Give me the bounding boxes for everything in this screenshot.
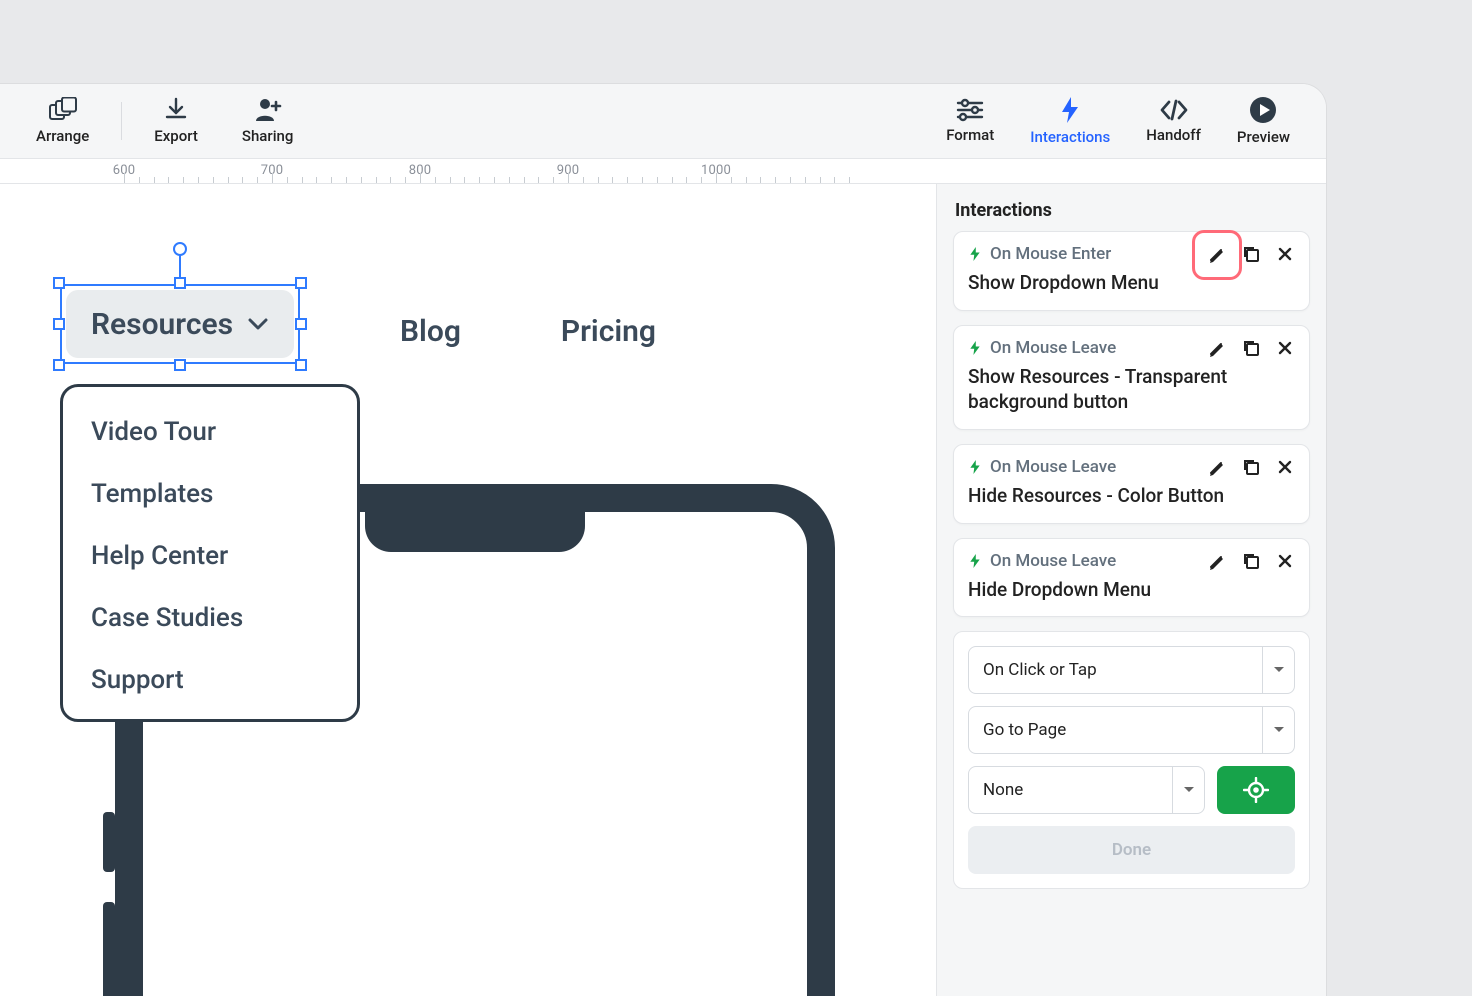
format-label: Format xyxy=(946,126,994,144)
interactions-panel: Interactions On Mouse Enter Show Dropdown… xyxy=(936,184,1326,996)
edit-icon[interactable] xyxy=(1207,551,1227,571)
chevron-down-icon xyxy=(1262,647,1294,693)
chevron-down-icon xyxy=(1262,707,1294,753)
export-label: Export xyxy=(154,127,198,145)
close-icon[interactable] xyxy=(1275,244,1295,264)
target-select-value: None xyxy=(983,780,1023,800)
bolt-icon xyxy=(968,247,982,261)
phone-side-button xyxy=(103,812,115,872)
handoff-icon xyxy=(1158,98,1190,122)
interaction-trigger: On Mouse Leave xyxy=(990,338,1199,358)
top-toolbar: Arrange Export Sharing xyxy=(0,84,1326,158)
interaction-description: Hide Resources - Color Button xyxy=(968,483,1295,509)
horizontal-ruler: 6007008009001000 xyxy=(0,158,1326,184)
dropdown-item[interactable]: Templates xyxy=(91,479,329,509)
nav-link-blog[interactable]: Blog xyxy=(400,314,461,349)
bolt-icon xyxy=(968,341,982,355)
target-select[interactable]: None xyxy=(968,766,1205,814)
interaction-trigger: On Mouse Leave xyxy=(990,457,1199,477)
close-icon[interactable] xyxy=(1275,457,1295,477)
interaction-card[interactable]: On Mouse Enter Show Dropdown Menu xyxy=(953,231,1310,311)
close-icon[interactable] xyxy=(1275,551,1295,571)
interaction-trigger: On Mouse Leave xyxy=(990,551,1199,571)
arrange-button[interactable]: Arrange xyxy=(18,93,107,149)
close-icon[interactable] xyxy=(1275,338,1295,358)
interaction-card[interactable]: On Mouse Leave Hide Dropdown Menu xyxy=(953,538,1310,618)
interaction-trigger: On Mouse Enter xyxy=(990,244,1199,264)
toolbar-separator xyxy=(121,102,122,140)
resize-handle[interactable] xyxy=(174,359,186,371)
done-label: Done xyxy=(1112,840,1151,860)
sharing-icon xyxy=(253,97,283,123)
dropdown-item[interactable]: Support xyxy=(91,665,329,695)
duplicate-icon[interactable] xyxy=(1241,244,1261,264)
sharing-label: Sharing xyxy=(242,127,293,145)
interactions-tab[interactable]: Interactions xyxy=(1012,92,1128,150)
interactions-label: Interactions xyxy=(1030,128,1110,146)
action-select-value: Go to Page xyxy=(983,720,1066,740)
interaction-description: Show Resources - Transparent background … xyxy=(968,364,1295,415)
preview-label: Preview xyxy=(1237,128,1290,146)
resize-handle[interactable] xyxy=(53,359,65,371)
preview-button[interactable]: Preview xyxy=(1219,92,1308,150)
format-icon xyxy=(955,98,985,122)
export-button[interactable]: Export xyxy=(136,93,216,149)
resize-handle[interactable] xyxy=(295,277,307,289)
format-tab[interactable]: Format xyxy=(928,94,1012,148)
trigger-select[interactable]: On Click or Tap xyxy=(968,646,1295,694)
bolt-icon xyxy=(968,460,982,474)
dropdown-item[interactable]: Video Tour xyxy=(91,417,329,447)
arrange-icon xyxy=(48,97,78,123)
interactions-icon xyxy=(1059,96,1081,124)
export-icon xyxy=(163,97,189,123)
edit-icon[interactable] xyxy=(1207,457,1227,477)
dropdown-item[interactable]: Case Studies xyxy=(91,603,329,633)
preview-icon xyxy=(1249,96,1277,124)
trigger-select-value: On Click or Tap xyxy=(983,660,1097,680)
interaction-card[interactable]: On Mouse Leave Show Resources - Transpare… xyxy=(953,325,1310,430)
pick-target-button[interactable] xyxy=(1217,766,1295,814)
panel-title: Interactions xyxy=(955,200,1308,221)
resize-handle[interactable] xyxy=(174,277,186,289)
app-window: Arrange Export Sharing xyxy=(0,84,1326,996)
dropdown-item[interactable]: Help Center xyxy=(91,541,329,571)
duplicate-icon[interactable] xyxy=(1241,551,1261,571)
edit-icon[interactable] xyxy=(1207,244,1227,264)
handoff-label: Handoff xyxy=(1146,126,1201,144)
resize-handle[interactable] xyxy=(295,318,307,330)
nav-links-row: Blog Pricing xyxy=(400,314,656,349)
crosshair-icon xyxy=(1243,777,1269,803)
edit-icon[interactable] xyxy=(1207,338,1227,358)
action-select[interactable]: Go to Page xyxy=(968,706,1295,754)
dropdown-menu[interactable]: Video Tour Templates Help Center Case St… xyxy=(60,384,360,722)
interaction-card[interactable]: On Mouse Leave Hide Resources - Color But… xyxy=(953,444,1310,524)
phone-notch xyxy=(365,510,585,552)
sharing-button[interactable]: Sharing xyxy=(224,93,311,149)
done-button[interactable]: Done xyxy=(968,826,1295,874)
interaction-description: Show Dropdown Menu xyxy=(968,270,1295,296)
design-canvas[interactable]: Blog Pricing Resources xyxy=(0,184,936,996)
selection-outline xyxy=(60,284,300,364)
phone-side-button xyxy=(103,902,115,996)
rotation-handle[interactable] xyxy=(173,242,187,256)
selected-element[interactable]: Resources xyxy=(60,284,300,364)
interaction-description: Hide Dropdown Menu xyxy=(968,577,1295,603)
nav-link-pricing[interactable]: Pricing xyxy=(561,314,656,349)
resize-handle[interactable] xyxy=(53,318,65,330)
resize-handle[interactable] xyxy=(295,359,307,371)
chevron-down-icon xyxy=(1172,767,1204,813)
bolt-icon xyxy=(968,554,982,568)
new-interaction-form: On Click or Tap Go to Page None xyxy=(953,631,1310,889)
duplicate-icon[interactable] xyxy=(1241,338,1261,358)
resize-handle[interactable] xyxy=(53,277,65,289)
handoff-tab[interactable]: Handoff xyxy=(1128,94,1219,148)
duplicate-icon[interactable] xyxy=(1241,457,1261,477)
arrange-label: Arrange xyxy=(36,127,89,145)
